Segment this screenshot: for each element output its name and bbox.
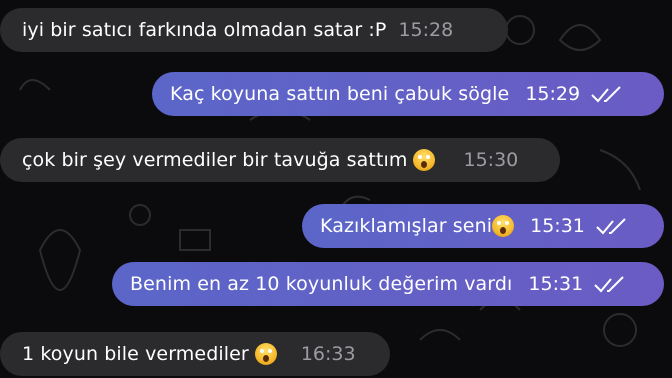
read-receipt-icon	[593, 275, 627, 293]
screaming-face-icon	[492, 215, 515, 237]
message-bubble[interactable]: Kazıklamışlar seni 15:31	[302, 204, 664, 248]
read-receipt-icon	[595, 217, 629, 235]
message-bubble[interactable]: 1 koyun bile vermediler 16:33	[0, 332, 390, 376]
message-time: 15:31	[528, 273, 584, 295]
message-time: 15:31	[530, 215, 585, 237]
message-time: 15:28	[398, 19, 454, 41]
message-bubble[interactable]: Kaç koyuna sattın beni çabuk sögle 15:29	[152, 72, 664, 116]
message-time: 15:29	[525, 83, 581, 105]
message-bubble[interactable]: çok bir şey vermediler bir tavuğa sattım…	[0, 138, 560, 182]
read-receipt-icon	[590, 85, 624, 103]
message-text: 1 koyun bile vermediler	[22, 343, 249, 365]
screaming-face-icon	[413, 149, 436, 171]
message-bubble[interactable]: iyi bir satıcı farkında olmadan satar :P…	[0, 8, 508, 52]
message-text: Kazıklamışlar seni	[320, 215, 493, 237]
message-text: çok bir şey vermediler bir tavuğa sattım	[22, 149, 408, 171]
chat-wallpaper	[19, 15, 641, 347]
message-text: Benim en az 10 koyunluk değerim vardı	[130, 273, 513, 295]
message-time: 15:30	[463, 149, 519, 171]
message-time: 16:33	[300, 343, 356, 365]
message-text: iyi bir satıcı farkında olmadan satar :P	[22, 19, 387, 41]
screaming-face-icon	[254, 343, 277, 365]
message-bubble[interactable]: Benim en az 10 koyunluk değerim vardı 15…	[112, 262, 664, 306]
message-text: Kaç koyuna sattın beni çabuk sögle	[170, 83, 510, 105]
